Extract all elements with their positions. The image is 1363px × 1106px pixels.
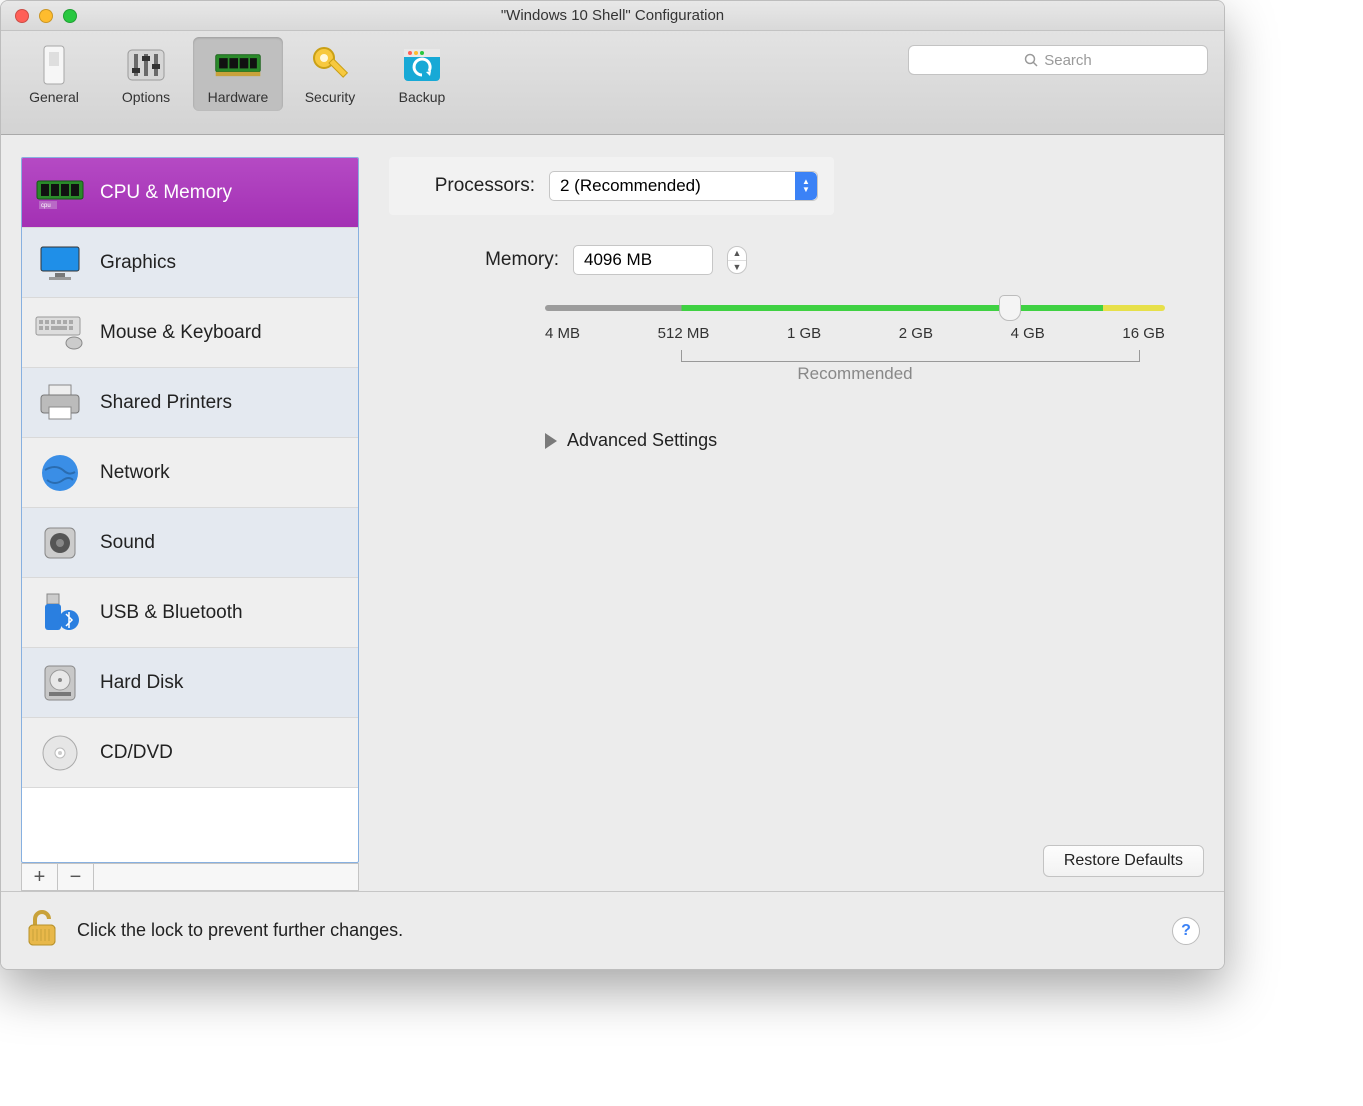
processors-value: 2 (Recommended) <box>560 176 701 196</box>
sidebar-item-label: Hard Disk <box>100 672 183 694</box>
sidebar-item-label: CD/DVD <box>100 742 173 764</box>
hardware-list: cpu CPU & Memory Graphics Mouse & Keyboa… <box>21 157 359 863</box>
tick-label: 4 MB <box>545 325 580 342</box>
search-icon <box>1024 53 1038 67</box>
minimize-window-button[interactable] <box>39 9 53 23</box>
tick-label: 512 MB <box>658 325 710 342</box>
restore-defaults-button[interactable]: Restore Defaults <box>1043 845 1204 877</box>
tab-backup[interactable]: Backup <box>377 37 467 111</box>
slider-thumb[interactable] <box>999 295 1021 321</box>
sidebar-item-graphics[interactable]: Graphics <box>22 228 358 298</box>
options-icon <box>122 43 170 87</box>
tab-general[interactable]: General <box>9 37 99 111</box>
help-button[interactable]: ? <box>1172 917 1200 945</box>
lock-button[interactable] <box>25 907 59 954</box>
remove-device-button[interactable]: − <box>58 864 94 890</box>
memory-stepper[interactable]: ▲ ▼ <box>727 246 747 274</box>
sidebar-item-label: CPU & Memory <box>100 182 232 204</box>
processors-label: Processors: <box>405 175 535 197</box>
memory-row: Memory: 4096 MB ▲ ▼ <box>389 245 1204 275</box>
security-icon <box>306 43 354 87</box>
printer-icon <box>34 381 86 425</box>
tab-security[interactable]: Security <box>285 37 375 111</box>
footer: Click the lock to prevent further change… <box>1 891 1224 969</box>
harddisk-icon <box>34 661 86 705</box>
usb-bluetooth-icon <box>34 591 86 635</box>
hardware-sidebar: cpu CPU & Memory Graphics Mouse & Keyboa… <box>21 157 359 891</box>
tick-label: 2 GB <box>899 325 933 342</box>
slider-ticks: 4 MB 512 MB 1 GB 2 GB 4 GB 16 GB <box>545 325 1165 342</box>
sidebar-item-sound[interactable]: Sound <box>22 508 358 578</box>
lock-hint-text: Click the lock to prevent further change… <box>77 920 403 941</box>
tab-options[interactable]: Options <box>101 37 191 111</box>
hardware-icon <box>214 43 262 87</box>
disclosure-triangle-icon <box>545 433 557 449</box>
tab-security-label: Security <box>305 89 356 105</box>
config-window: "Windows 10 Shell" Configuration General… <box>0 0 1225 970</box>
speaker-icon <box>34 521 86 565</box>
titlebar: "Windows 10 Shell" Configuration <box>1 1 1224 31</box>
zoom-window-button[interactable] <box>63 9 77 23</box>
sidebar-item-cd-dvd[interactable]: CD/DVD <box>22 718 358 788</box>
sidebar-item-label: USB & Bluetooth <box>100 602 243 624</box>
ram-icon: cpu <box>34 171 86 215</box>
sidebar-footer: + − <box>21 863 359 891</box>
tick-label: 16 GB <box>1122 325 1165 342</box>
processors-row: Processors: 2 (Recommended) ▲▼ <box>389 157 834 215</box>
svg-text:cpu: cpu <box>41 203 51 209</box>
memory-slider-group: 4 MB 512 MB 1 GB 2 GB 4 GB 16 GB Recomme… <box>545 305 1165 380</box>
tab-options-label: Options <box>122 89 170 105</box>
search-placeholder: Search <box>1044 52 1092 69</box>
tab-hardware[interactable]: Hardware <box>193 37 283 111</box>
tick-label: 1 GB <box>787 325 821 342</box>
tab-hardware-label: Hardware <box>208 89 269 105</box>
backup-icon <box>398 43 446 87</box>
tab-general-label: General <box>29 89 79 105</box>
globe-icon <box>34 451 86 495</box>
recommended-label: Recommended <box>545 364 1165 384</box>
select-arrows-icon: ▲▼ <box>795 172 817 200</box>
sidebar-item-label: Mouse & Keyboard <box>100 322 262 344</box>
sidebar-item-usb-bluetooth[interactable]: USB & Bluetooth <box>22 578 358 648</box>
sidebar-item-label: Shared Printers <box>100 392 232 414</box>
tab-backup-label: Backup <box>399 89 446 105</box>
disc-icon <box>34 731 86 775</box>
memory-slider[interactable] <box>545 305 1165 311</box>
tick-label: 4 GB <box>1011 325 1045 342</box>
sidebar-item-network[interactable]: Network <box>22 438 358 508</box>
advanced-settings-toggle[interactable]: Advanced Settings <box>545 430 1204 451</box>
window-controls <box>1 9 77 23</box>
lock-open-icon <box>25 907 59 949</box>
close-window-button[interactable] <box>15 9 29 23</box>
toolbar: General Options Hardware Security Backup <box>1 31 1224 135</box>
processors-select[interactable]: 2 (Recommended) ▲▼ <box>549 171 818 201</box>
search-input[interactable]: Search <box>908 45 1208 75</box>
sidebar-item-label: Graphics <box>100 252 176 274</box>
stepper-up-icon: ▲ <box>728 247 746 261</box>
restore-defaults-label: Restore Defaults <box>1064 852 1183 870</box>
memory-value: 4096 MB <box>584 250 652 270</box>
add-device-button[interactable]: + <box>22 864 58 890</box>
settings-panel: Processors: 2 (Recommended) ▲▼ Memory: 4… <box>389 157 1204 891</box>
memory-label: Memory: <box>429 249 559 271</box>
window-title: "Windows 10 Shell" Configuration <box>1 7 1224 24</box>
advanced-settings-label: Advanced Settings <box>567 430 717 451</box>
keyboard-mouse-icon <box>34 311 86 355</box>
sidebar-item-shared-printers[interactable]: Shared Printers <box>22 368 358 438</box>
sidebar-item-cpu-memory[interactable]: cpu CPU & Memory <box>22 158 358 228</box>
sidebar-item-hard-disk[interactable]: Hard Disk <box>22 648 358 718</box>
sidebar-item-mouse-keyboard[interactable]: Mouse & Keyboard <box>22 298 358 368</box>
stepper-down-icon: ▼ <box>728 261 746 274</box>
general-icon <box>30 43 78 87</box>
sidebar-item-label: Sound <box>100 532 155 554</box>
memory-input[interactable]: 4096 MB <box>573 245 713 275</box>
monitor-icon <box>34 241 86 285</box>
recommended-range: Recommended <box>545 350 1165 380</box>
sidebar-item-label: Network <box>100 462 170 484</box>
